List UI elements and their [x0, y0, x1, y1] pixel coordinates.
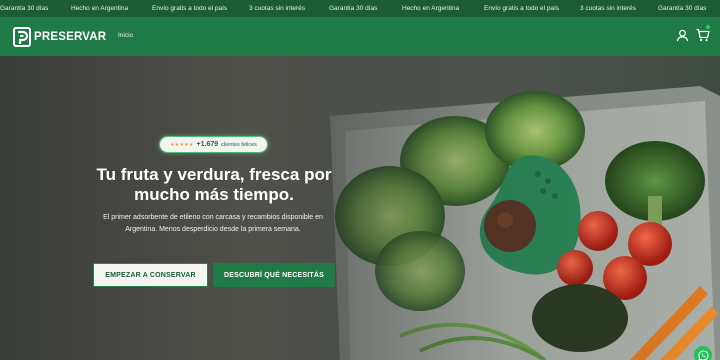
rating-badge: ★★★★★ +1.679 clientes felices — [159, 136, 268, 153]
rating-count: +1.679 — [196, 141, 219, 148]
whatsapp-button[interactable] — [694, 346, 712, 360]
ticker-item: Envío gratis a todo el país — [152, 5, 228, 12]
hero-subtext: El primer adsorbente de etileno con carc… — [103, 214, 323, 233]
logo-text: PRESERVAR — [34, 31, 107, 43]
nav-link-home[interactable]: Inicio — [118, 32, 133, 39]
ticker-item: Envío gratis a todo el país — [484, 5, 560, 12]
hero-headline: Tu fruta y verdura, fresca por mucho más… — [96, 165, 332, 204]
announcement-bar: Garantía 30 días Hecho en Argentina Enví… — [0, 0, 720, 17]
cart-icon[interactable] — [696, 28, 710, 42]
user-icon[interactable] — [676, 29, 689, 42]
start-conserving-button[interactable]: EMPEZAR A CONSERVAR — [93, 263, 208, 287]
ticker-item: Garantía 30 días — [658, 5, 707, 12]
ticker-item: 3 cuotas sin interés — [580, 5, 637, 12]
logo-mark-icon — [13, 27, 31, 47]
hero-overlay — [0, 56, 720, 360]
discover-needs-button[interactable]: DESCUBRÍ QUÉ NECESITÁS — [213, 263, 335, 287]
cart-badge — [705, 24, 711, 30]
rating-label: clientes felices — [221, 141, 257, 148]
whatsapp-icon — [697, 349, 708, 360]
ticker-item: Garantía 30 días — [329, 5, 378, 12]
hero-section: ★★★★★ +1.679 clientes felices Tu fruta y… — [0, 56, 720, 360]
logo[interactable]: PRESERVAR — [13, 27, 106, 47]
ticker-item: Hecho en Argentina — [402, 5, 460, 12]
site-header: PRESERVAR Inicio — [0, 17, 720, 56]
rating-stars: ★★★★★ — [170, 141, 194, 148]
ticker-item: Garantía 30 días — [0, 5, 49, 12]
ticker-item: Hecho en Argentina — [71, 5, 129, 12]
ticker-item: 3 cuotas sin interés — [249, 5, 306, 12]
